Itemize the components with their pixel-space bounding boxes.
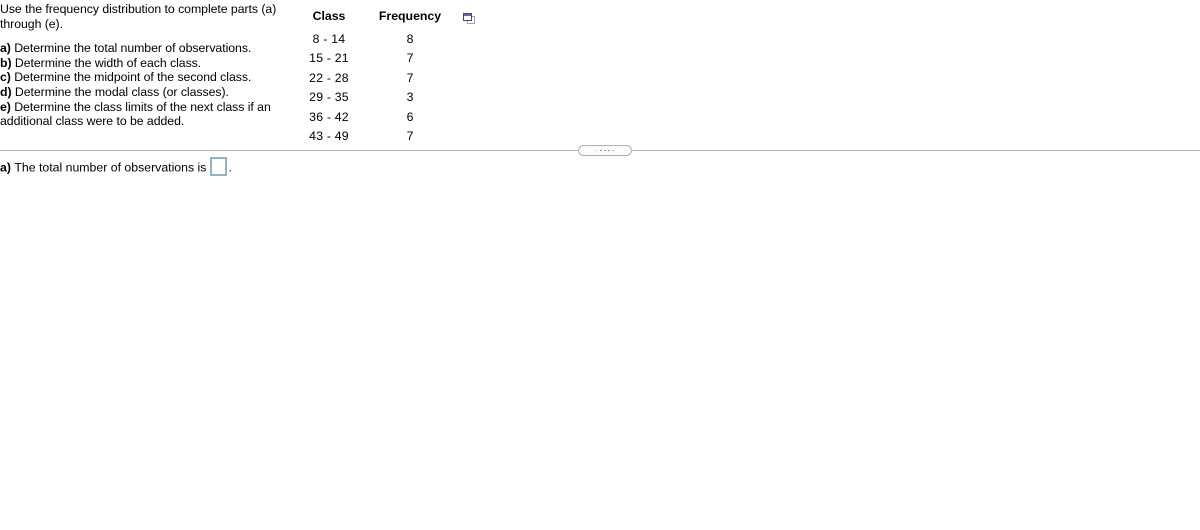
part-c-label: c) bbox=[0, 70, 11, 85]
prompt-spacer bbox=[0, 31, 286, 41]
drag-handle-dot bbox=[608, 149, 611, 152]
part-d-label: d) bbox=[0, 84, 12, 99]
question-part-b: b) Determine the width of each class. bbox=[0, 56, 286, 71]
divider-drag-handle[interactable] bbox=[578, 145, 632, 156]
question-panel: Use the frequency distribution to comple… bbox=[0, 0, 1200, 143]
cell-class-4: 29 - 35 bbox=[309, 90, 349, 105]
answer-period: . bbox=[228, 160, 232, 175]
drag-handle-dot bbox=[612, 149, 615, 152]
part-a-label: a) bbox=[0, 41, 11, 56]
question-part-c: c) Determine the midpoint of the second … bbox=[0, 70, 286, 85]
part-a-text: Determine the total number of observatio… bbox=[14, 41, 252, 56]
answer-part-label: a) bbox=[0, 160, 11, 175]
question-part-a: a) Determine the total number of observa… bbox=[0, 41, 286, 56]
question-part-e: e) Determine the class limits of the nex… bbox=[0, 100, 286, 129]
answer-statement-a: a) The total number of observations is. bbox=[0, 157, 232, 177]
table-header-row: Class Frequency bbox=[292, 10, 454, 29]
panel-divider[interactable] bbox=[0, 145, 1200, 157]
drag-handle-dot bbox=[599, 149, 602, 152]
cell-class-5: 36 - 42 bbox=[309, 109, 349, 124]
table-row: 43 - 49 7 bbox=[292, 127, 454, 146]
column-header-class: Class bbox=[312, 9, 346, 23]
question-intro: Use the frequency distribution to comple… bbox=[0, 2, 277, 31]
cell-class-2: 15 - 21 bbox=[309, 51, 349, 66]
drag-handle-dot bbox=[595, 149, 598, 152]
table-row: 8 - 14 8 bbox=[292, 29, 454, 48]
part-c-text: Determine the midpoint of the second cla… bbox=[14, 70, 252, 85]
freq-table: Class Frequency 8 - 14 8 15 - 21 7 22 - … bbox=[292, 10, 454, 146]
drag-handle-dot bbox=[604, 149, 606, 152]
column-header-frequency: Frequency bbox=[378, 9, 442, 23]
part-d-text: Determine the modal class (or classes). bbox=[14, 84, 229, 99]
cell-frequency-6: 7 bbox=[406, 129, 414, 144]
table-row: 15 - 21 7 bbox=[292, 49, 454, 68]
table-row: 22 - 28 7 bbox=[292, 68, 454, 87]
answer-prompt-text: The total number of observations is bbox=[14, 160, 207, 175]
duplicate-window-front-pane bbox=[463, 13, 472, 21]
answer-panel: a) The total number of observations is. bbox=[0, 157, 1200, 177]
table-row: 29 - 35 3 bbox=[292, 88, 454, 107]
cell-frequency-1: 8 bbox=[406, 31, 414, 46]
part-e-label: e) bbox=[0, 99, 11, 114]
cell-frequency-2: 7 bbox=[406, 51, 414, 66]
question-part-d: d) Determine the modal class (or classes… bbox=[0, 85, 286, 100]
question-prompt-column: Use the frequency distribution to comple… bbox=[0, 2, 286, 129]
cell-frequency-5: 6 bbox=[406, 109, 414, 124]
duplicate-window-icon[interactable] bbox=[463, 13, 476, 25]
table-row: 36 - 42 6 bbox=[292, 107, 454, 126]
part-b-label: b) bbox=[0, 55, 12, 70]
frequency-distribution-table: Class Frequency 8 - 14 8 15 - 21 7 22 - … bbox=[292, 10, 454, 146]
cell-frequency-3: 7 bbox=[406, 70, 414, 85]
cell-frequency-4: 3 bbox=[406, 90, 414, 105]
cell-class-6: 43 - 49 bbox=[309, 129, 349, 144]
cell-class-3: 22 - 28 bbox=[309, 70, 349, 85]
part-b-text: Determine the width of each class. bbox=[14, 55, 202, 70]
cell-class-1: 8 - 14 bbox=[312, 31, 346, 46]
part-e-text: Determine the class limits of the next c… bbox=[0, 99, 271, 129]
total-observations-input[interactable] bbox=[210, 157, 228, 176]
